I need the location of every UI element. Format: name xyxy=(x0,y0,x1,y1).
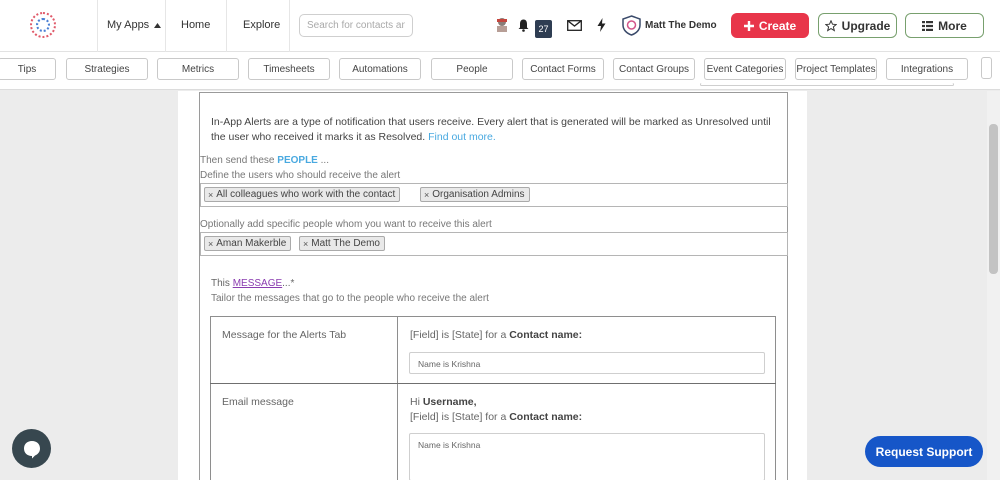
upgrade-button[interactable]: Upgrade xyxy=(818,13,897,38)
tab-event-categories[interactable]: Event Categories xyxy=(704,58,786,80)
find-out-more-link[interactable]: Find out more. xyxy=(428,131,496,143)
caret-up-icon xyxy=(154,23,162,28)
more-button[interactable]: More xyxy=(905,13,984,38)
mail-icon[interactable] xyxy=(567,20,582,31)
email-message-label: Email message xyxy=(222,396,294,408)
bell-icon[interactable] xyxy=(518,19,529,32)
alerts-tab-message-label: Message for the Alerts Tab xyxy=(222,329,347,341)
tab-scroll-indicator xyxy=(700,83,954,86)
close-icon[interactable]: × xyxy=(303,239,308,249)
message-help-text: Tailor the messages that go to the peopl… xyxy=(211,293,489,304)
tab-integrations[interactable]: Integrations xyxy=(886,58,968,80)
tab-automations[interactable]: Automations xyxy=(339,58,421,80)
person-tag[interactable]: × Matt The Demo xyxy=(299,236,385,251)
my-apps-link[interactable]: My Apps xyxy=(107,19,162,31)
message-heading: This MESSAGE...* xyxy=(211,278,295,289)
nav-divider xyxy=(289,0,290,52)
logo-icon[interactable] xyxy=(30,12,56,38)
close-icon[interactable]: × xyxy=(208,239,213,249)
nav-divider xyxy=(226,0,227,52)
create-button[interactable]: Create xyxy=(731,13,809,38)
close-icon[interactable]: × xyxy=(424,190,429,200)
table-row-divider xyxy=(210,383,776,384)
nav-divider xyxy=(97,0,98,52)
shield-avatar-icon[interactable] xyxy=(622,15,641,36)
people-help-text: Define the users who should receive the … xyxy=(200,170,401,181)
star-icon xyxy=(824,19,837,32)
close-icon[interactable]: × xyxy=(208,190,213,200)
user-name[interactable]: Matt The Demo xyxy=(645,20,717,31)
tab-tips[interactable]: Tips xyxy=(0,58,56,80)
user-tag[interactable]: × Organisation Admins xyxy=(420,187,530,202)
tab-strategies[interactable]: Strategies xyxy=(66,58,148,80)
tab-overflow-stub[interactable] xyxy=(981,57,992,79)
people-heading: Then send these PEOPLE ... xyxy=(200,155,329,166)
table-column-divider xyxy=(397,317,398,480)
alerts-tab-message-input[interactable]: Name is Krishna xyxy=(409,352,765,374)
search-input[interactable] xyxy=(299,14,413,37)
user-tag[interactable]: × All colleagues who work with the contac… xyxy=(204,187,401,202)
specific-people-tag-input[interactable]: × Aman Makerble × Matt The Demo xyxy=(200,232,788,256)
top-navbar: My Apps Home Explore 27 Matt The Demo Cr… xyxy=(0,0,1000,52)
tab-timesheets[interactable]: Timesheets xyxy=(248,58,330,80)
request-support-button[interactable]: Request Support xyxy=(865,436,983,467)
alerts-intro-text: In-App Alerts are a type of notification… xyxy=(211,116,771,143)
tab-contact-groups[interactable]: Contact Groups xyxy=(613,58,695,80)
email-greeting-template: Hi Username, xyxy=(410,396,477,408)
notification-count-badge[interactable]: 27 xyxy=(535,20,552,38)
list-icon xyxy=(922,20,934,31)
bolt-icon[interactable] xyxy=(597,18,606,32)
tab-metrics[interactable]: Metrics xyxy=(157,58,239,80)
profile-icon[interactable] xyxy=(495,17,509,33)
settings-tab-bar: Tips Strategies Metrics Timesheets Autom… xyxy=(0,52,1000,90)
specific-people-help-text: Optionally add specific people whom you … xyxy=(200,219,492,230)
tab-contact-forms[interactable]: Contact Forms xyxy=(522,58,604,80)
page-scrollbar-thumb[interactable] xyxy=(989,124,998,274)
person-tag[interactable]: × Aman Makerble xyxy=(204,236,292,251)
chat-widget-button[interactable] xyxy=(12,429,51,468)
chat-icon xyxy=(23,440,40,458)
users-tag-input[interactable]: × All colleagues who work with the contac… xyxy=(200,183,788,207)
alerts-tab-template: [Field] is [State] for a Contact name: xyxy=(410,329,583,341)
tab-project-templates[interactable]: Project Templates xyxy=(795,58,877,80)
email-message-input[interactable]: Name is Krishna xyxy=(409,433,765,480)
explore-link[interactable]: Explore xyxy=(243,19,280,31)
tab-people[interactable]: People xyxy=(431,58,513,80)
nav-divider xyxy=(165,0,166,52)
email-body-template: [Field] is [State] for a Contact name: xyxy=(410,411,583,423)
plus-icon xyxy=(743,20,754,31)
home-link[interactable]: Home xyxy=(181,19,210,31)
